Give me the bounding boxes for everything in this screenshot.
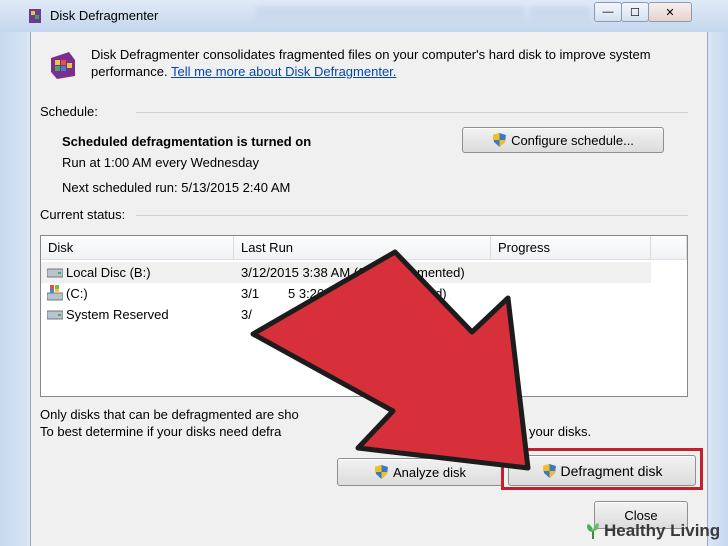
column-header-filler <box>651 236 687 260</box>
healthy-living-logo-icon <box>587 523 599 539</box>
schedule-run-at: Run at 1:00 AM every Wednesday <box>62 155 260 170</box>
disk-name: (C:) <box>66 286 88 301</box>
uac-shield-icon <box>375 465 388 479</box>
close-window-button[interactable]: ✕ <box>648 2 692 22</box>
current-status-label: Current status: <box>40 207 126 222</box>
disk-last-run-mid: 5 3:26 AM (0% <box>288 286 374 301</box>
note-line-2-end: alyze your disks. <box>495 424 592 439</box>
background-window-blur-2 <box>530 6 590 24</box>
analyze-disk-button[interactable]: Analyze disk <box>337 458 503 486</box>
window-frame-left <box>0 32 30 546</box>
disk-list[interactable]: Disk Last Run Progress Local Disc (B:) 3… <box>40 235 688 397</box>
disk-row[interactable]: (C:) 3/1 5 3:26 AM (0% nted) <box>41 283 651 304</box>
disk-name: System Reserved <box>66 307 169 322</box>
windows-drive-icon <box>47 285 63 301</box>
window-title: Disk Defragmenter <box>50 8 159 23</box>
disk-last-run: 3/12/2015 3:38 AM (0% f <box>241 265 385 280</box>
analyze-disk-label: Analyze disk <box>393 464 466 480</box>
column-header-disk[interactable]: Disk <box>41 236 234 260</box>
disk-last-run-tail: mented) <box>417 265 465 280</box>
configure-schedule-button[interactable]: Configure schedule... <box>462 127 664 153</box>
minimize-button[interactable]: — <box>594 2 622 22</box>
configure-schedule-label: Configure schedule... <box>511 132 634 148</box>
note-line-2-start: To best determine if your disks need def… <box>40 424 282 439</box>
column-header-last-run[interactable]: Last Run <box>234 236 491 260</box>
drive-icon <box>47 268 63 278</box>
schedule-next-run: Next scheduled run: 5/13/2015 2:40 AM <box>62 180 291 195</box>
defragmenter-app-icon <box>29 9 41 23</box>
disk-last-run: 3/ <box>241 307 252 322</box>
disk-last-run-tail: ed) <box>421 307 440 322</box>
disk-name: Local Disc (B:) <box>66 265 151 280</box>
schedule-status: Scheduled defragmentation is turned on <box>62 134 312 149</box>
schedule-section-label: Schedule: <box>40 104 98 119</box>
disk-row[interactable]: Local Disc (B:) 3/12/2015 3:38 AM (0% f … <box>41 262 651 283</box>
status-divider <box>136 215 688 216</box>
disk-last-run-mid: 0% <box>349 307 368 322</box>
uac-shield-icon <box>493 133 507 147</box>
window-frame-right <box>707 32 728 546</box>
watermark-text: Healthy Living <box>604 521 721 540</box>
background-window-blur <box>255 6 525 24</box>
defragmenter-large-icon <box>51 52 75 79</box>
learn-more-link[interactable]: Tell me more about Disk Defragmenter. <box>171 64 396 79</box>
maximize-button[interactable]: ☐ <box>621 2 649 22</box>
schedule-divider <box>136 112 688 113</box>
disk-row[interactable]: System Reserved 3/ 0% ed) <box>41 304 651 325</box>
defragment-highlight-box <box>501 448 703 490</box>
note-line-1: Only disks that can be defragmented are … <box>40 407 299 422</box>
disk-last-run: 3/1 <box>241 286 260 301</box>
column-header-progress[interactable]: Progress <box>491 236 651 260</box>
drive-icon <box>47 310 63 320</box>
disk-last-run-tail: nted) <box>417 286 447 301</box>
description: Disk Defragmenter consolidates fragmente… <box>91 46 671 80</box>
